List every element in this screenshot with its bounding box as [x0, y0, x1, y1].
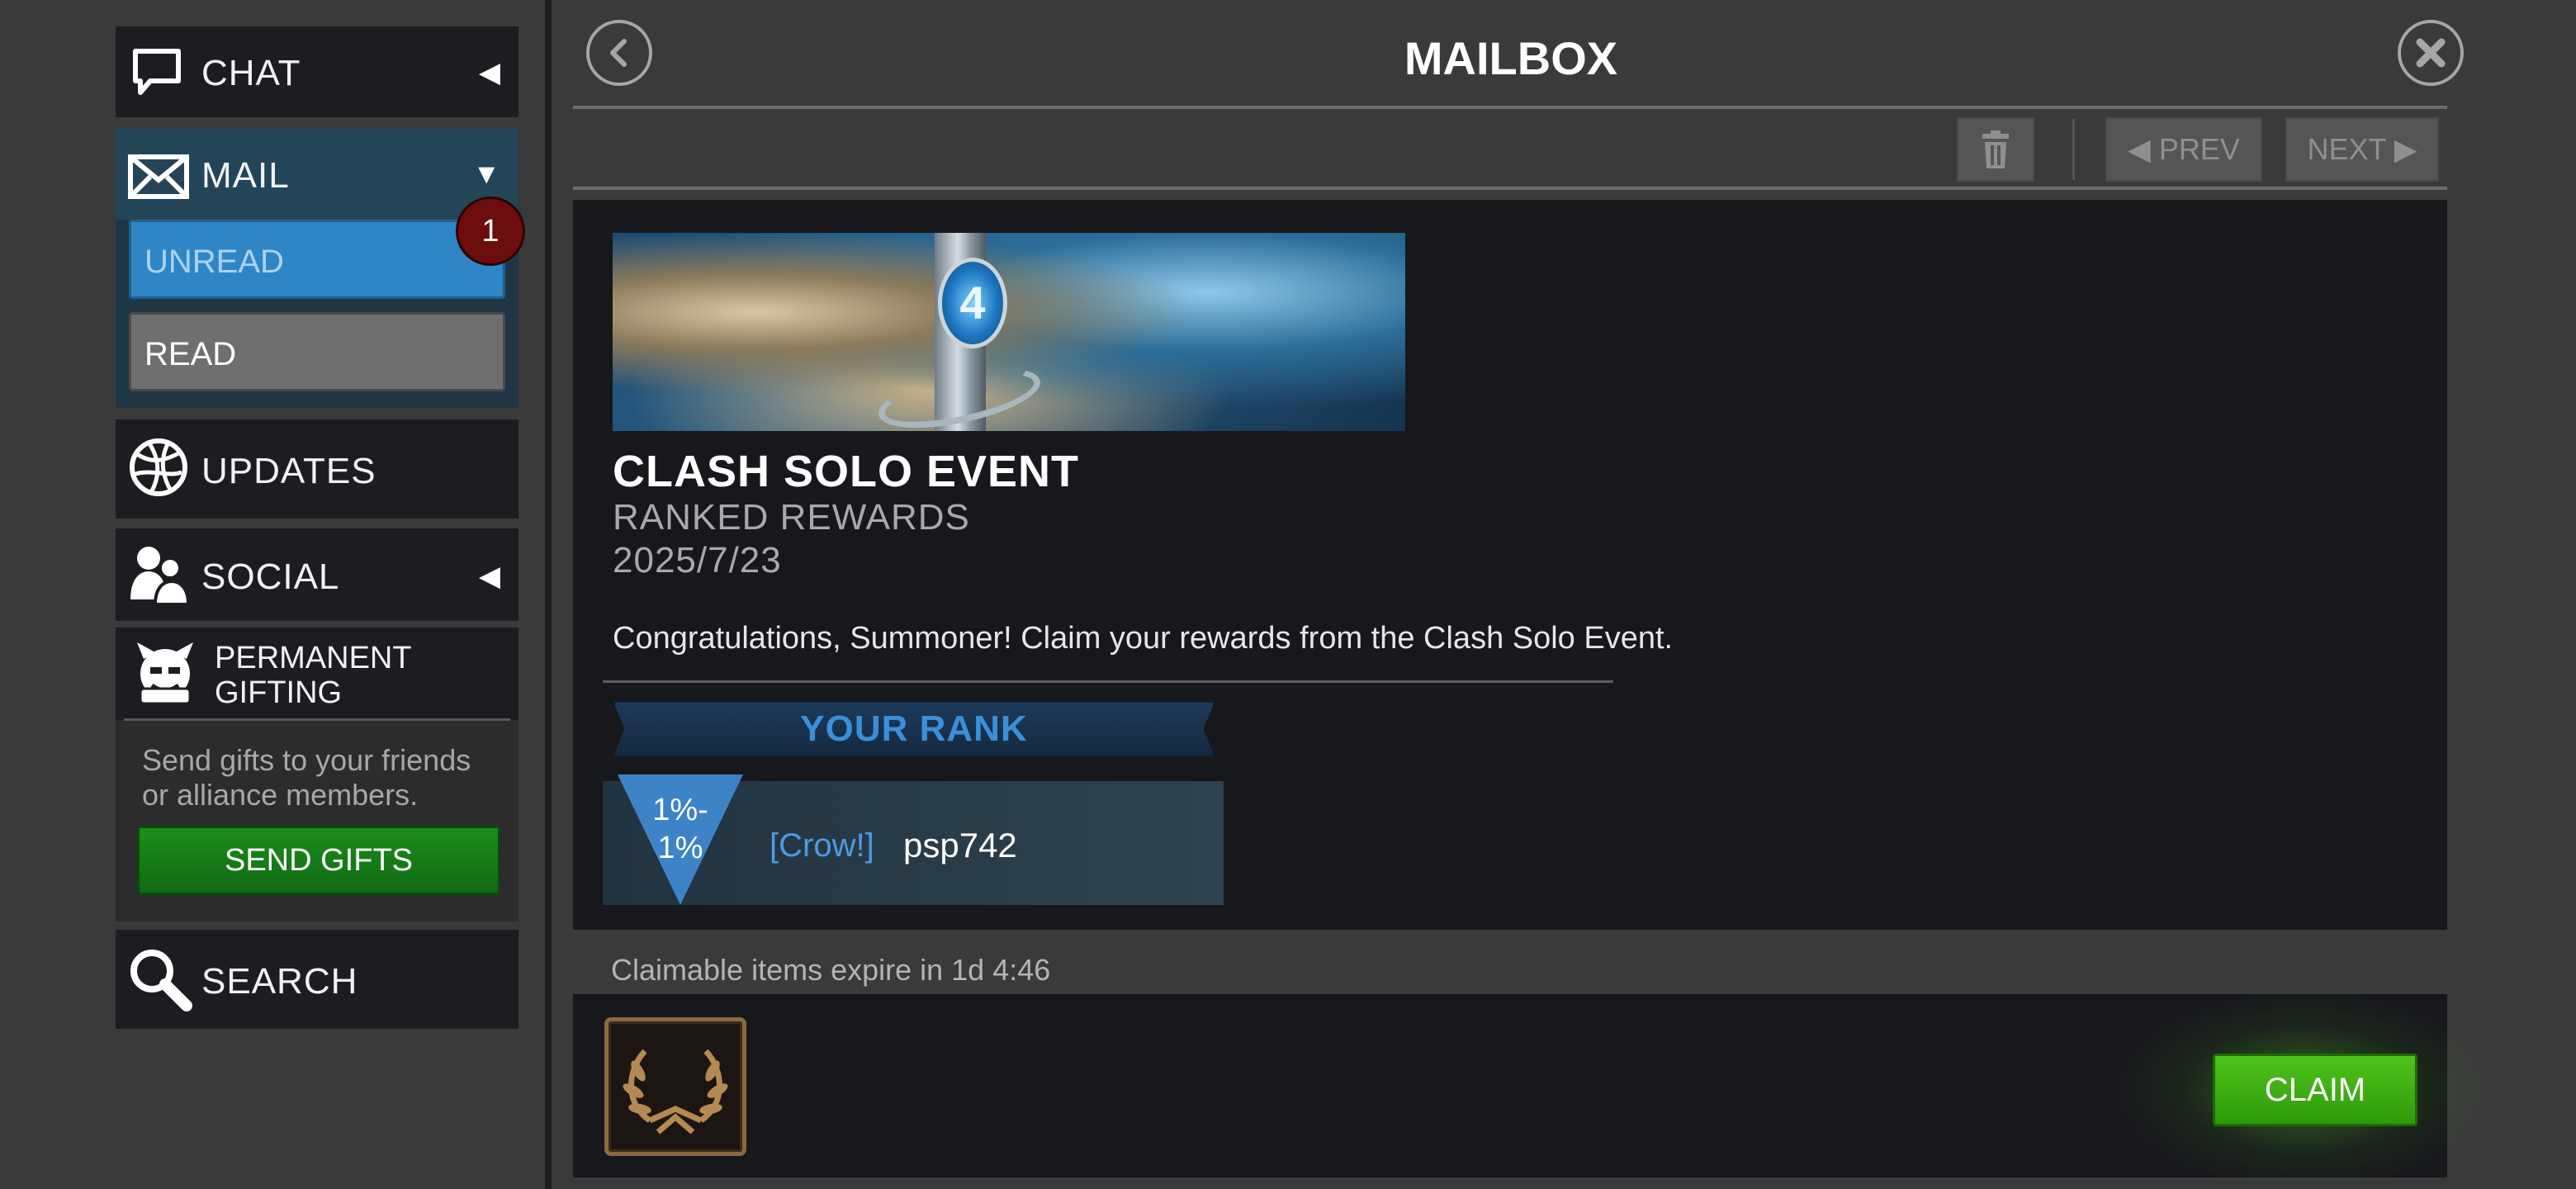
sidebar-item-label: UPDATES — [201, 451, 376, 491]
gifting-description: Send gifts to your friends or alliance m… — [142, 743, 471, 812]
mail-unread-button[interactable]: UNREAD — [129, 220, 505, 299]
expire-text: Claimable items expire in 1d 4:46 — [611, 953, 1051, 987]
gifting-panel: PERMANENT GIFTING Send gifts to your fri… — [116, 628, 519, 921]
chevron-left-icon: ◀ — [478, 561, 500, 592]
toolbar-separator — [2072, 119, 2075, 180]
fantastic-four-logo: 4 — [938, 258, 1007, 348]
close-button[interactable] — [2398, 20, 2464, 86]
message-divider — [603, 680, 1613, 683]
next-button[interactable]: NEXT ▶ — [2285, 117, 2439, 182]
event-banner-image: 4 — [613, 233, 1405, 431]
panel-divider — [545, 0, 552, 1189]
unread-count-badge: 1 — [456, 197, 525, 266]
rank-percent: 1%- 1% — [641, 791, 720, 867]
sidebar-item-label: MAIL — [201, 155, 290, 196]
sidebar-item-social[interactable]: SOCIAL ◀ — [116, 528, 519, 621]
people-icon — [130, 547, 191, 606]
magnifier-icon — [130, 950, 192, 1011]
sidebar-item-chat[interactable]: CHAT ◀ — [116, 26, 519, 117]
reward-item[interactable] — [604, 1017, 746, 1156]
chevron-down-icon: ▼ — [472, 159, 500, 190]
your-rank-heading: YOUR RANK — [613, 700, 1215, 758]
sidebar-item-updates[interactable]: UPDATES — [116, 419, 519, 519]
prev-button[interactable]: ◀ PREV — [2105, 117, 2262, 182]
sidebar-item-label: CHAT — [201, 53, 301, 93]
mail-read-button[interactable]: READ — [129, 312, 505, 391]
sidebar-item-search[interactable]: SEARCH — [116, 930, 519, 1029]
event-subtitle: RANKED REWARDS — [613, 497, 970, 538]
event-title: CLASH SOLO EVENT — [613, 447, 1080, 496]
gift-character-icon — [137, 642, 193, 705]
chevron-left-icon: ◀ — [478, 57, 500, 88]
gifting-title-line1: PERMANENT — [215, 641, 412, 675]
envelope-icon — [128, 154, 189, 199]
gifting-divider — [124, 718, 510, 721]
sidebar-item-mail[interactable]: MAIL ▼ — [116, 129, 519, 220]
chat-bubble-icon — [133, 49, 181, 95]
gifting-header: PERMANENT GIFTING — [116, 628, 519, 720]
toolbar-divider — [573, 187, 2447, 190]
player-name: psp742 — [903, 826, 1017, 865]
chevron-left-icon — [610, 39, 627, 67]
rank-percent-line1: 1%- — [652, 793, 708, 827]
page-title: MAILBOX — [1404, 32, 1618, 84]
close-icon — [2416, 38, 2446, 68]
trash-icon — [1982, 130, 2009, 168]
event-date: 2025/7/23 — [613, 540, 782, 580]
gifting-title-line2: GIFTING — [215, 675, 343, 710]
message-body: Congratulations, Summoner! Claim your re… — [613, 621, 1674, 656]
mail-group: MAIL ▼ UNREAD 1 READ — [116, 129, 525, 408]
send-gifts-button[interactable]: SEND GIFTS — [137, 826, 500, 895]
sidebar-item-label: SEARCH — [201, 961, 358, 1002]
globe-icon — [130, 438, 187, 496]
gifting-title: PERMANENT GIFTING — [215, 641, 412, 710]
rank-percent-line2: 1% — [657, 831, 703, 865]
laurel-wreath-icon — [623, 1049, 728, 1135]
delete-button[interactable] — [1957, 117, 2034, 182]
back-button[interactable] — [586, 20, 652, 86]
claim-button[interactable]: CLAIM — [2213, 1054, 2417, 1126]
sidebar-item-label: SOCIAL — [201, 557, 340, 597]
alliance-tag: [Crow!] — [769, 827, 874, 864]
header-divider — [573, 106, 2447, 109]
